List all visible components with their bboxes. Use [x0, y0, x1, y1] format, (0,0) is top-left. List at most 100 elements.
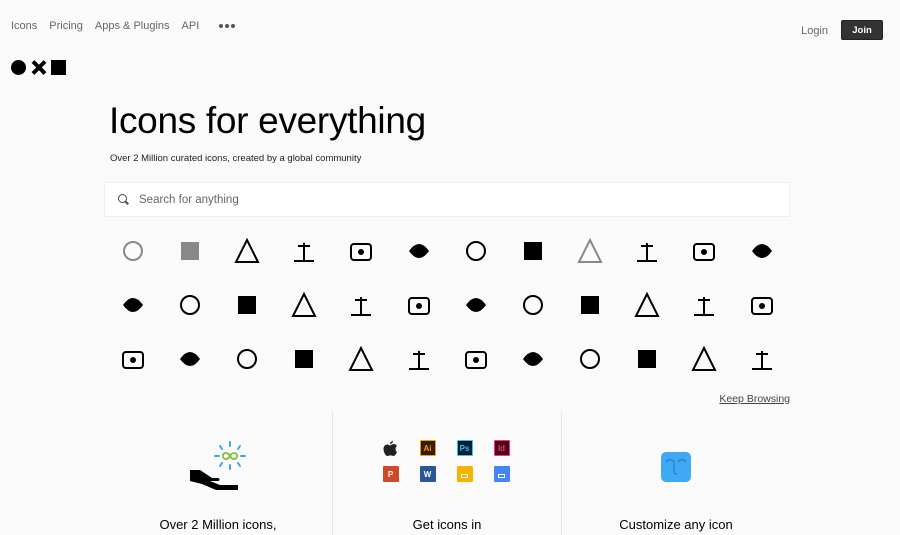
- phone-box-icon: [523, 242, 542, 260]
- icon-tile[interactable]: [447, 332, 504, 386]
- icon-tile[interactable]: [504, 278, 561, 332]
- features-section: Over 2 Million icons, Ai Ps Id P W Get icons…: [104, 412, 790, 535]
- sandbox-umbrella-icon: [691, 345, 718, 371]
- apple-icon: [383, 440, 399, 456]
- crop-field-icon: [580, 349, 601, 369]
- icon-tile[interactable]: [104, 332, 161, 386]
- icon-tile[interactable]: [218, 332, 275, 386]
- logo-circle-icon: [11, 60, 26, 75]
- icon-tile[interactable]: [161, 278, 218, 332]
- page-title: Icons for everything: [109, 100, 426, 141]
- fruits-bunch-icon: [407, 297, 430, 315]
- cube-box-icon: [237, 296, 256, 314]
- photoshop-icon: Ps: [456, 440, 473, 456]
- logo[interactable]: [11, 60, 66, 75]
- keep-browsing-link[interactable]: Keep Browsing: [719, 393, 790, 405]
- apps-icon: Ai Ps Id P W: [382, 440, 512, 484]
- icon-tile[interactable]: [390, 224, 447, 278]
- icon-tile[interactable]: [161, 332, 218, 386]
- icon-tile[interactable]: [504, 332, 561, 386]
- ear-icon: [638, 350, 657, 368]
- icon-tile[interactable]: [390, 332, 447, 386]
- tape-roll-icon: [693, 243, 716, 261]
- turtle-icon: [522, 295, 543, 315]
- glass-water-icon: [465, 298, 486, 312]
- sunflower-pot-icon: [408, 244, 429, 258]
- fishing-hook-icon: [581, 296, 600, 314]
- icon-tile[interactable]: [562, 224, 619, 278]
- powerpoint-icon: P: [382, 466, 399, 482]
- icon-tile[interactable]: [676, 332, 733, 386]
- feature-apps: Ai Ps Id P W Get icons in: [332, 412, 561, 535]
- icon-tile[interactable]: [333, 224, 390, 278]
- nav-apps-plugins[interactable]: Apps & Plugins: [95, 20, 170, 32]
- whale-tail-icon: [351, 297, 372, 316]
- nav-api[interactable]: API: [182, 20, 200, 32]
- dna-structure-icon: [750, 297, 773, 315]
- icon-tile[interactable]: [218, 224, 275, 278]
- icon-tile[interactable]: [733, 224, 790, 278]
- ships-wheel-lamp-icon: [234, 237, 260, 263]
- icon-tile[interactable]: [733, 332, 790, 386]
- hand-infinity-icon: [190, 441, 246, 490]
- feature-title: Customize any icon: [619, 517, 733, 532]
- logo-square-icon: [51, 60, 66, 75]
- indesign-icon: Id: [493, 440, 510, 456]
- feature-customize: Customize any icon: [561, 412, 790, 535]
- man-standing-icon: [634, 291, 660, 317]
- nav-pricing[interactable]: Pricing: [49, 20, 83, 32]
- icon-tile[interactable]: [390, 278, 447, 332]
- search-input[interactable]: [139, 193, 739, 206]
- icon-tile[interactable]: [218, 278, 275, 332]
- search-bar: [104, 182, 790, 217]
- icon-tile[interactable]: [619, 224, 676, 278]
- ellipsis-icon[interactable]: [219, 24, 236, 28]
- icon-tile[interactable]: [333, 332, 390, 386]
- word-icon: W: [419, 466, 436, 482]
- couple-hug-icon: [577, 237, 603, 263]
- icon-tile[interactable]: [104, 224, 161, 278]
- search-icon: [118, 194, 129, 205]
- rat-zodiac-icon: [348, 345, 374, 371]
- icon-tile[interactable]: [161, 224, 218, 278]
- icon-tile[interactable]: [104, 278, 161, 332]
- goat-icon: [464, 351, 487, 369]
- icon-tile[interactable]: [733, 278, 790, 332]
- jungle-gym-icon: [751, 351, 772, 370]
- feature-title: Get icons in: [412, 517, 482, 532]
- woman-standing-icon: [694, 297, 715, 316]
- icon-tile[interactable]: [562, 278, 619, 332]
- icon-tile[interactable]: [676, 224, 733, 278]
- page-subtitle: Over 2 Million curated icons, created by…: [110, 153, 362, 164]
- login-link[interactable]: Login: [801, 25, 828, 37]
- icon-tile[interactable]: [276, 332, 333, 386]
- plant-sketch-icon: [122, 241, 143, 261]
- icon-tile[interactable]: [447, 224, 504, 278]
- bowl-spoon-icon: [465, 241, 486, 261]
- icon-grid: [104, 224, 790, 386]
- top-nav: Icons Pricing Apps & Plugins API: [11, 20, 236, 32]
- feature-icons-count: Over 2 Million icons,: [104, 412, 332, 535]
- icon-tile[interactable]: [333, 278, 390, 332]
- nav-icons[interactable]: Icons: [11, 20, 37, 32]
- face-tile-icon: [661, 452, 691, 482]
- join-button[interactable]: Join: [841, 20, 883, 40]
- puffin-icon: [179, 295, 200, 315]
- feature-title: Over 2 Million icons,: [159, 517, 277, 532]
- toy-cart-icon: [236, 349, 257, 369]
- google-slides-icon: [456, 466, 473, 482]
- cooking-pot-icon: [637, 243, 658, 262]
- torch-icon: [122, 298, 143, 312]
- icon-tile[interactable]: [619, 278, 676, 332]
- circuit-machine-icon: [522, 352, 543, 366]
- icon-tile[interactable]: [276, 224, 333, 278]
- auth-area: Login Join: [801, 20, 883, 40]
- icon-tile[interactable]: [504, 224, 561, 278]
- icon-tile[interactable]: [676, 278, 733, 332]
- icon-tile[interactable]: [562, 332, 619, 386]
- newspaper-stand-icon: [294, 243, 315, 262]
- woman-veil-icon: [179, 352, 200, 366]
- icon-tile[interactable]: [447, 278, 504, 332]
- icon-tile[interactable]: [619, 332, 676, 386]
- icon-tile[interactable]: [276, 278, 333, 332]
